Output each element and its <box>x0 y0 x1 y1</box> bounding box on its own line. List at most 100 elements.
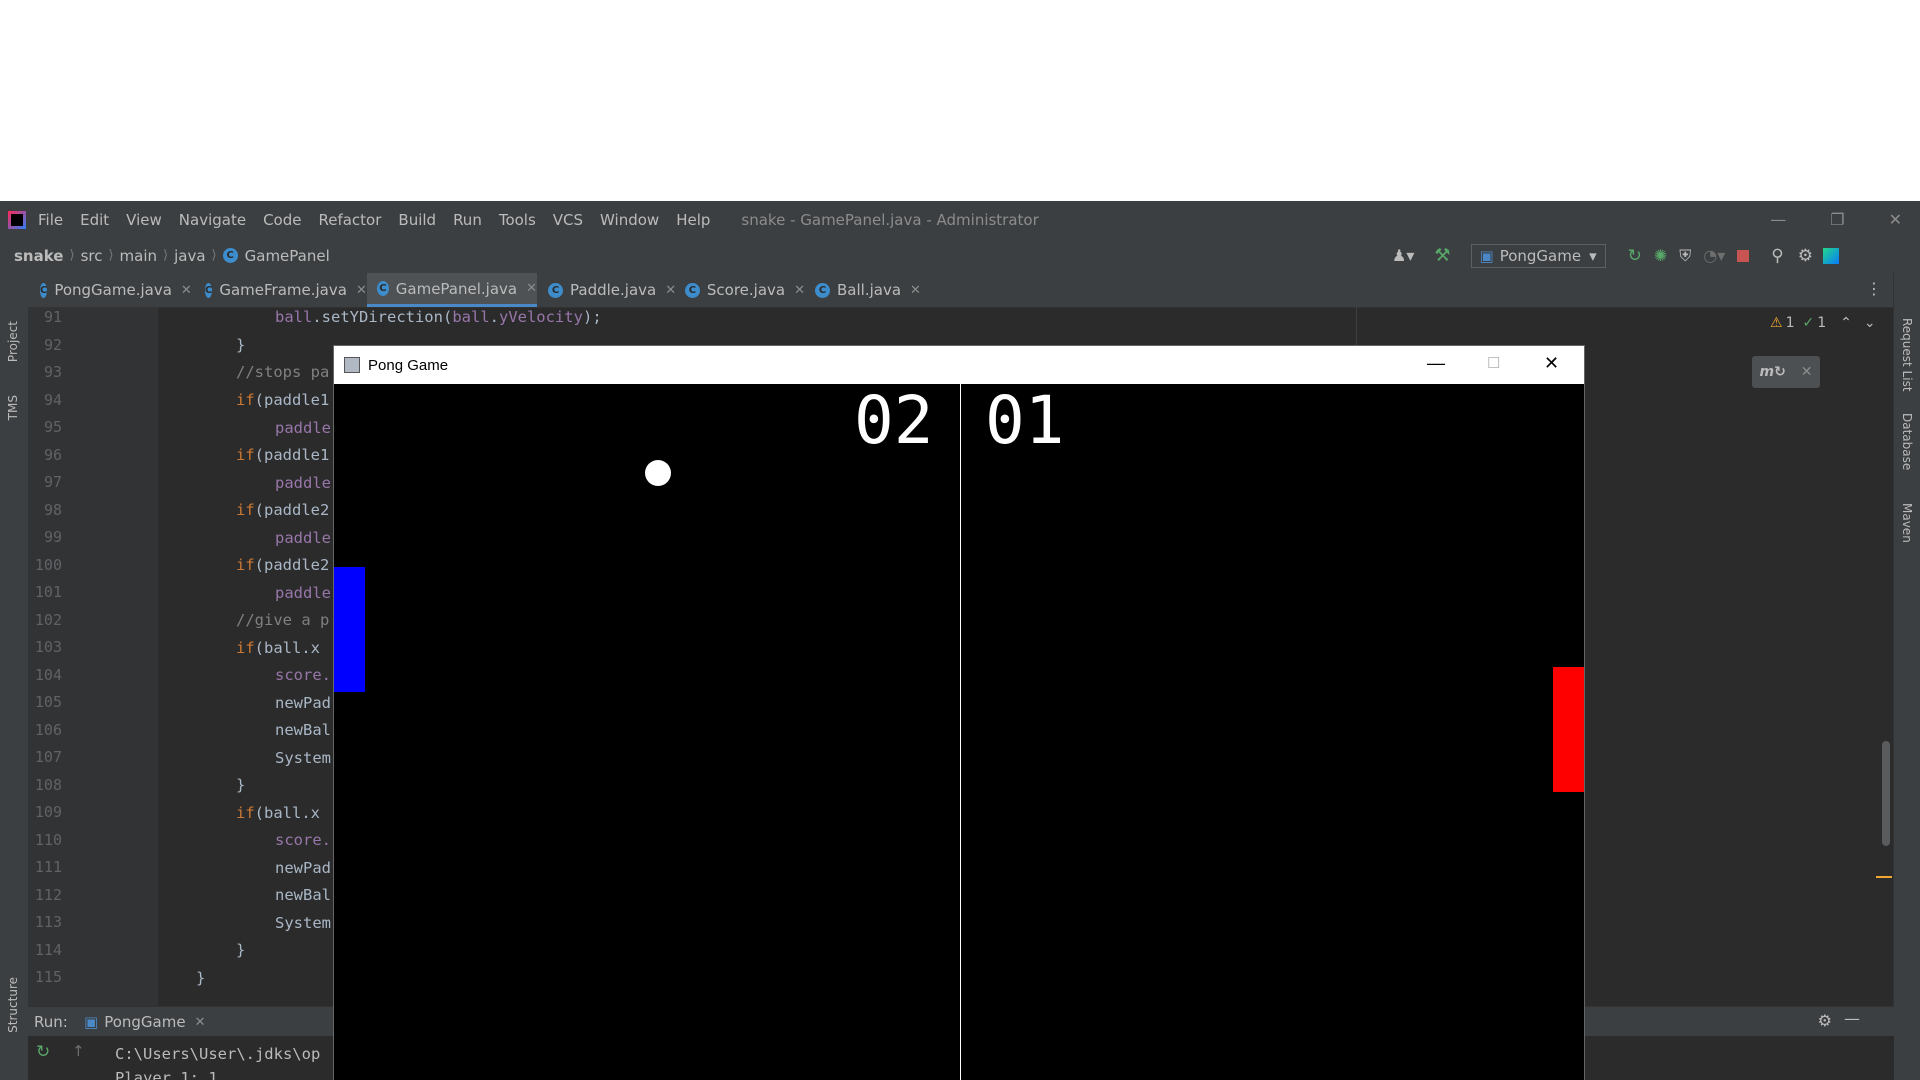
menu-build[interactable]: Build <box>398 211 436 229</box>
close-icon[interactable]: ✕ <box>1801 364 1813 380</box>
right-tool-strip: Request List Database Maven <box>1893 273 1920 1080</box>
request-list-tool[interactable]: Request List <box>1900 318 1914 392</box>
run-tab-label: PongGame <box>104 1013 186 1031</box>
tab-ball[interactable]: C Ball.java ✕ <box>805 273 925 307</box>
rerun-icon[interactable]: ↻ <box>1628 246 1642 266</box>
profile-icon[interactable]: ◔▾ <box>1703 246 1725 265</box>
breadcrumb-main[interactable]: main <box>120 247 157 265</box>
breadcrumb: snake ⟩ src ⟩ main ⟩ java ⟩ C GamePanel <box>14 238 330 273</box>
chevron-down-icon[interactable]: ⌄ <box>1864 315 1876 331</box>
breadcrumb-java[interactable]: java <box>174 247 205 265</box>
code-token: (paddle1 <box>254 446 330 464</box>
breadcrumb-src[interactable]: src <box>81 247 103 265</box>
stop-icon[interactable] <box>1737 249 1750 262</box>
maven-tool[interactable]: Maven <box>1900 503 1914 543</box>
close-icon[interactable]: ✕ <box>1889 210 1902 229</box>
class-icon: C <box>685 282 700 298</box>
code-line-96: if(paddle1 <box>236 446 329 464</box>
code-line-113: System <box>275 914 331 932</box>
line-number: 109 <box>34 803 62 821</box>
chevron-right-icon: ⟩ <box>108 248 114 263</box>
menu-code[interactable]: Code <box>263 211 301 229</box>
menu-view[interactable]: View <box>126 211 162 229</box>
pong-title-bar[interactable]: Pong Game — ☐ ✕ <box>334 346 1584 384</box>
debug-icon[interactable]: ✺ <box>1654 246 1667 265</box>
code-line-102: //give a p <box>236 611 330 629</box>
menu-vcs[interactable]: VCS <box>553 211 583 229</box>
editor-scrollbar[interactable] <box>1882 741 1890 846</box>
menu-edit[interactable]: Edit <box>80 211 109 229</box>
run-config-select[interactable]: ▣ PongGame ▾ <box>1470 243 1606 268</box>
plugin-icon[interactable] <box>1822 247 1839 264</box>
close-icon[interactable]: ✕ <box>181 283 192 298</box>
line-number: 111 <box>34 858 62 876</box>
pong-game-window[interactable]: Pong Game — ☐ ✕ 02 01 <box>334 346 1584 1080</box>
close-icon[interactable]: ✕ <box>910 283 921 298</box>
arrow-up-icon[interactable]: ↑ <box>72 1042 85 1060</box>
hide-icon[interactable]: — <box>1844 1009 1860 1028</box>
project-tool[interactable]: Project <box>6 321 20 362</box>
tab-score[interactable]: C Score.java ✕ <box>675 273 805 307</box>
chevron-right-icon: ⟩ <box>211 248 217 263</box>
line-number: 113 <box>34 913 62 931</box>
line-number: 100 <box>34 555 62 574</box>
line-number: 114 <box>34 940 62 959</box>
inspection-widget[interactable]: ⚠ 1 ✓ 1 ⌃ ⌄ <box>1770 315 1876 331</box>
code-line-106: newBal <box>275 721 331 739</box>
left-paddle <box>334 567 365 692</box>
close-icon[interactable]: ✕ <box>526 281 537 296</box>
tab-paddle[interactable]: C Paddle.java ✕ <box>538 273 683 307</box>
close-icon[interactable]: ✕ <box>356 283 367 298</box>
line-number: 101 <box>34 583 62 601</box>
maven-reload-popup[interactable]: m↻ ✕ <box>1752 356 1820 388</box>
code-line-101: paddle <box>275 584 331 602</box>
minimize-icon[interactable]: — <box>1427 353 1445 374</box>
more-icon[interactable]: ⋮ <box>1866 279 1882 298</box>
menu-tools[interactable]: Tools <box>499 211 536 229</box>
tab-gameframe[interactable]: C GameFrame.java ✕ <box>195 273 367 307</box>
restore-icon[interactable]: ❐ <box>1830 210 1844 229</box>
code-token: (paddle1 <box>254 391 330 409</box>
user-icon[interactable]: ♟▾ <box>1392 246 1414 265</box>
class-icon: C <box>205 282 213 298</box>
menu-refactor[interactable]: Refactor <box>318 211 381 229</box>
minimize-icon[interactable]: — <box>1770 210 1786 229</box>
coverage-icon[interactable]: ⛨ <box>1679 246 1691 266</box>
class-icon: C <box>40 282 48 298</box>
maximize-icon[interactable]: ☐ <box>1487 354 1500 372</box>
menu-help[interactable]: Help <box>676 211 710 229</box>
game-canvas[interactable]: 02 01 <box>334 384 1584 1080</box>
tab-ponggame[interactable]: C PongGame.java ✕ <box>30 273 192 307</box>
gear-icon[interactable]: ⚙ <box>1818 1011 1832 1030</box>
menu-run[interactable]: Run <box>453 211 482 229</box>
close-icon[interactable]: ✕ <box>1544 353 1559 374</box>
code-line-95: paddle <box>275 419 331 437</box>
tms-tool[interactable]: TMS <box>6 395 20 420</box>
menu-window[interactable]: Window <box>600 211 659 229</box>
run-tab[interactable]: ▣ PongGame ✕ <box>84 1007 205 1037</box>
menu-bar: File Edit View Navigate Code Refactor Bu… <box>0 201 1920 238</box>
gear-icon[interactable]: ⚙ <box>1798 246 1813 266</box>
database-tool[interactable]: Database <box>1900 413 1914 470</box>
weak-warning-count: 1 <box>1817 315 1827 331</box>
chevron-up-icon[interactable]: ⌃ <box>1840 315 1852 331</box>
center-line <box>960 384 961 1080</box>
rerun-icon[interactable]: ↻ <box>36 1042 50 1062</box>
code-line-110: score. <box>275 831 331 849</box>
navigation-bar: snake ⟩ src ⟩ main ⟩ java ⟩ C GamePanel … <box>0 238 1920 274</box>
chevron-right-icon: ⟩ <box>69 248 75 263</box>
right-paddle <box>1553 667 1584 792</box>
menu-file[interactable]: File <box>38 211 63 229</box>
hammer-icon[interactable]: ⚒ <box>1434 245 1450 266</box>
tab-gamepanel[interactable]: C GamePanel.java ✕ <box>367 273 537 307</box>
close-icon[interactable]: ✕ <box>195 1015 206 1030</box>
code-line-107: System <box>275 749 331 767</box>
search-icon[interactable]: ⚲ <box>1771 246 1783 266</box>
maven-refresh-icon[interactable]: m↻ <box>1759 364 1785 380</box>
breadcrumb-project[interactable]: snake <box>14 247 63 265</box>
code-token: ball <box>275 308 313 326</box>
menu-navigate[interactable]: Navigate <box>179 211 246 229</box>
close-icon[interactable]: ✕ <box>794 283 805 298</box>
structure-tool[interactable]: Structure <box>6 977 20 1033</box>
breadcrumb-class[interactable]: GamePanel <box>245 247 330 265</box>
